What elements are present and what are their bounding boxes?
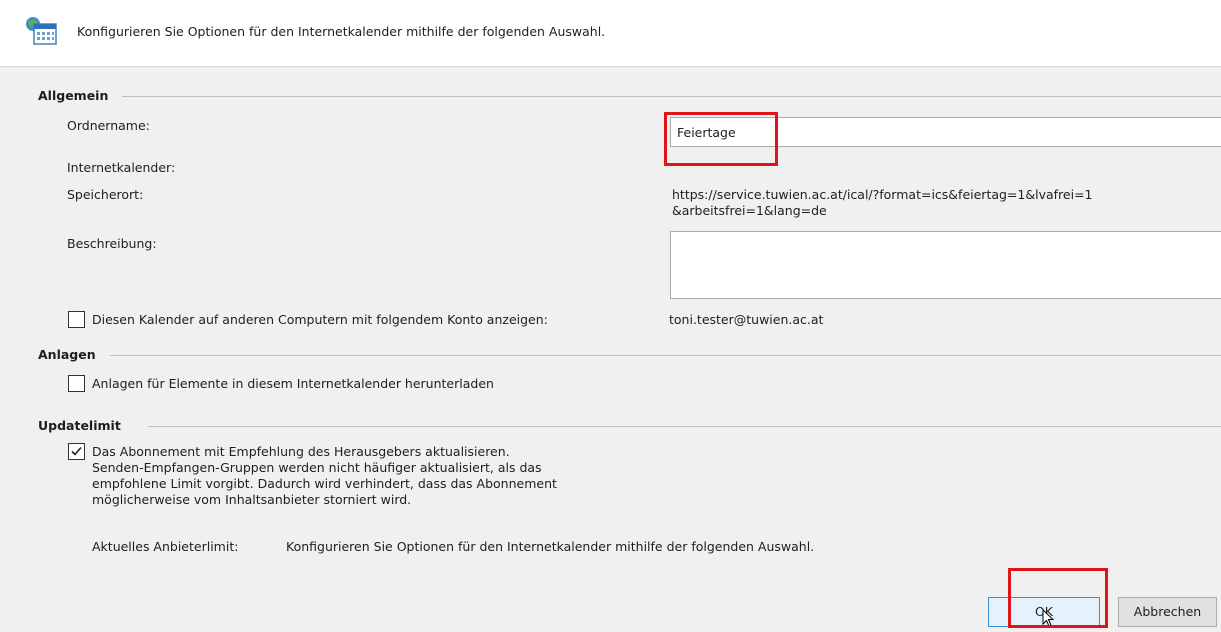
subscribe-update-line2: Senden-Empfangen-Gruppen werden nicht hä… [92,460,542,475]
show-other-computers-label: Diesen Kalender auf anderen Computern mi… [92,312,548,327]
checkmark-icon [71,446,82,456]
group-title-general: Allgemein [38,88,109,103]
group-title-update-limit: Updatelimit [38,418,121,433]
download-attachments-label: Anlagen für Elemente in diesem Internetk… [92,376,494,391]
group-divider-update-limit [148,426,1221,427]
account-email: toni.tester@tuwien.ac.at [669,312,824,327]
folder-name-label: Ordnername: [67,118,150,133]
dialog-header: Konfigurieren Sie Optionen für den Inter… [0,0,1221,67]
provider-limit-label: Aktuelles Anbieterlimit: [92,539,239,554]
description-textarea[interactable] [670,231,1221,299]
location-label: Speicherort: [67,187,144,202]
group-divider-general [122,96,1221,97]
calendar-globe-icon [24,14,60,50]
cancel-button[interactable]: Abbrechen [1118,597,1217,627]
download-attachments-checkbox[interactable] [68,375,85,392]
provider-limit-value: Konfigurieren Sie Optionen für den Inter… [286,539,815,554]
description-label: Beschreibung: [67,236,157,251]
internet-calendar-label: Internetkalender: [67,160,176,175]
group-divider-attachments [110,355,1221,356]
highlight-folder-name [664,112,778,166]
subscribe-update-checkbox[interactable] [68,443,85,460]
header-description: Konfigurieren Sie Optionen für den Inter… [77,24,606,39]
show-other-computers-checkbox[interactable] [68,311,85,328]
subscribe-update-line1: Das Abonnement mit Empfehlung des Heraus… [92,444,510,459]
location-url-line1: https://service.tuwien.ac.at/ical/?forma… [672,187,1093,202]
subscribe-update-line3: empfohlene Limit vorgibt. Dadurch wird v… [92,476,557,491]
highlight-ok-button [1008,568,1108,628]
group-title-attachments: Anlagen [38,347,96,362]
subscribe-update-line4: möglicherweise vom Inhaltsanbieter storn… [92,492,412,507]
location-url-line2: &arbeitsfrei=1&lang=de [672,203,827,218]
